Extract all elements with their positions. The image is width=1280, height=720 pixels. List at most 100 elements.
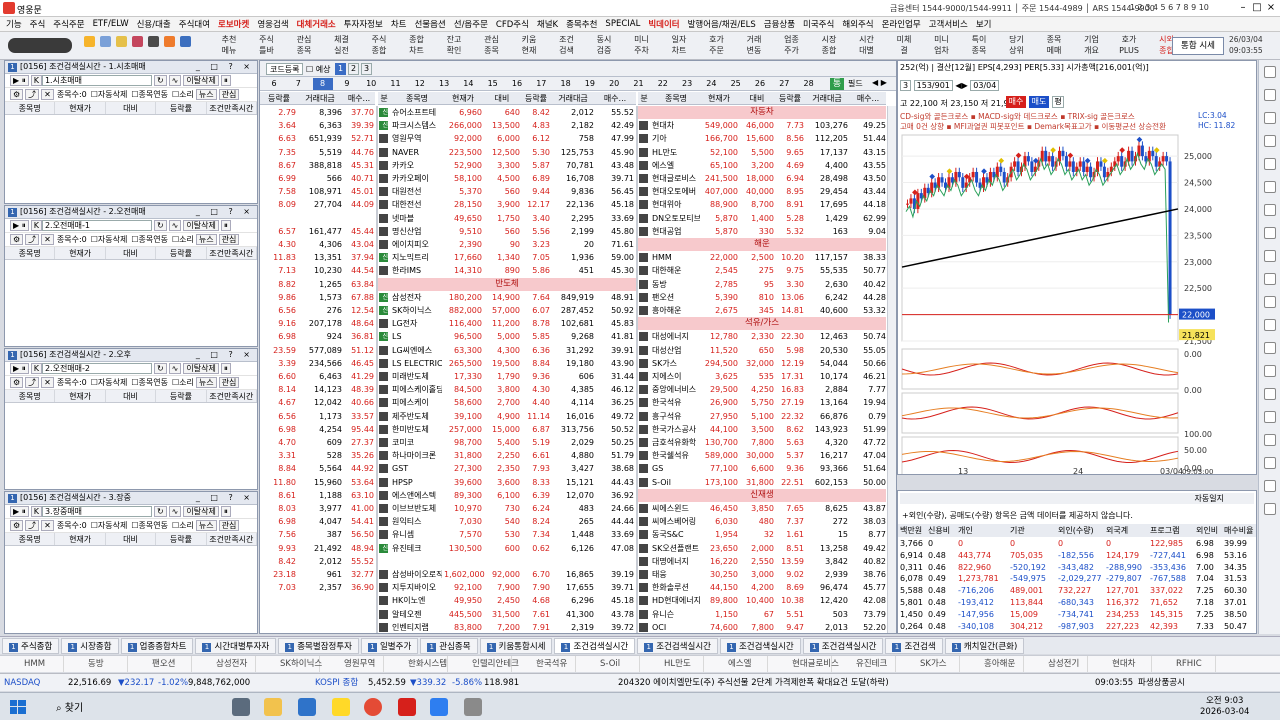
table-row[interactable]: S-Oil 173,100 31,800 22.51 602,153 50.00 [638,476,886,489]
menu-item-24[interactable]: 보기 [976,18,992,30]
table-row[interactable]: 8.67 388,818 45.31 [260,159,375,172]
settings-icon[interactable]: ⚙ [10,520,24,531]
settings-icon[interactable]: ⚙ [10,89,24,100]
explorer-icon[interactable] [264,698,282,716]
strategy-select[interactable]: 3.장중매매 [41,506,152,517]
table-row[interactable]: 에스엘 65,100 3,200 4.69 4,400 43.55 [638,159,886,172]
app-icon[interactable] [430,698,448,716]
panel-controls-icon[interactable]: _ □ ? × [196,349,254,361]
table-row[interactable]: 현대오토에버 407,000 40,000 8.95 29,454 43.44 [638,185,886,198]
derivatives-notice[interactable]: 파생상품공시 [1138,674,1185,691]
table-row[interactable]: 씨에스베어링 6,030 480 7.37 272 38.03 [638,515,886,528]
table-row[interactable]: 원익티스 7,030 540 8.24 265 44.44 [378,515,636,528]
menu-item-14[interactable]: 채널K [537,18,558,30]
windows-start-icon[interactable] [10,700,26,714]
table-row[interactable]: 대한해운 2,545 275 9.75 55,535 50.77 [638,264,886,277]
table-row[interactable]: 한화솔루션 44,150 4,200 8.69 96,474 45.77 [638,581,886,594]
pause-icon[interactable]: ⏸ [220,363,231,374]
table-row[interactable]: 알테오젠 445,500 31,500 7.61 41,300 43.78 [378,608,636,621]
table-row[interactable]: HMM 22,000 2,500 10.20 117,157 38.33 [638,251,886,264]
screen-tab-2[interactable]: 1 업종종합차트 [120,638,194,654]
table-row[interactable]: 4.70 609 27.37 [260,436,375,449]
orange-icon[interactable] [164,36,175,47]
k-icon[interactable]: K [30,75,42,86]
watch-item[interactable]: 현대글로비스 [768,656,839,672]
table-row[interactable]: GST 27,300 2,350 7.93 3,427 38.68 [378,462,636,475]
toolbar-button-5[interactable]: 종합 차트 [406,34,428,58]
table-row[interactable] [260,212,375,225]
remove-exit-button[interactable]: 이탈삭제 [183,363,219,374]
table-row[interactable] [378,555,636,568]
table-row[interactable]: 9.16 207,178 48.64 [260,317,375,330]
table-row[interactable]: DN오토모티브 5,870 1,400 5.28 1,429 62.99 [638,212,886,225]
interest-button[interactable]: 관심 [218,89,240,100]
menu-item-3[interactable]: ETF/ELW [93,19,129,29]
table-row[interactable]: 중앙에너비스 29,500 4,250 16.83 2,884 7.77 [638,383,886,396]
flow-row[interactable]: 5,801 0.48 -193,412 113,844 -680,343 116,372 7… [898,597,1256,609]
watch-item[interactable]: RFHIC [1152,656,1216,672]
refresh-icon[interactable]: ↻ [153,506,167,517]
code-register-tab[interactable]: 코드등록 [266,63,304,75]
chart-tool-icon[interactable] [1264,273,1276,285]
table-row[interactable]: 8.61 1,188 63.10 [260,489,375,502]
minimize-icon[interactable]: – [1236,1,1250,15]
link-checkbox[interactable]: ☐종목연동 [131,378,168,387]
interest-button[interactable]: 관심 [218,377,240,388]
table-row[interactable]: 넷마블 49,650 1,750 3.40 2,295 33.69 [378,212,636,225]
day-tab-26[interactable]: 26 [750,78,770,90]
day-tab-28[interactable]: 28 [799,78,819,90]
clear-icon[interactable]: ✕ [41,377,54,388]
menu-item-11[interactable]: 선물옵션 [414,18,445,30]
news-button[interactable]: 뉴스 [195,89,217,100]
table-row[interactable]: 지에스이 3,625 535 17.31 10,174 46.21 [638,370,886,383]
toolbar-button-8[interactable]: 키움 현재 [518,34,540,58]
flow-row[interactable]: 1,450 0.49 -147,956 15,009 -734,741 234,253 14… [898,609,1256,621]
toolbar-button-7[interactable]: 관심 종목 [481,34,503,58]
pause-icon[interactable]: ⏸ [220,220,231,231]
watch-item[interactable]: 삼성전기 [1024,656,1088,672]
watch-item[interactable]: 유진테크 [832,656,896,672]
table-row[interactable]: 팬오션 5,390 810 13.06 6,242 44.28 [638,291,886,304]
table-row[interactable]: 2.79 8,396 37.70 [260,106,375,119]
table-row[interactable]: 한미반도체 257,000 15,000 6.87 313,756 50.52 [378,423,636,436]
lock-icon[interactable] [116,36,127,47]
table-row[interactable]: 피에스케이홀딩 84,500 3,800 4.30 4,385 46.12 [378,383,636,396]
page-1-button[interactable]: 1 [335,63,346,75]
menu-item-8[interactable]: 대체거래소 [297,18,336,30]
table-row[interactable]: HPSP 39,600 3,600 8.33 15,121 44.43 [378,476,636,489]
watch-item[interactable]: SK하이닉스 [256,656,322,672]
table-row[interactable]: 3.31 528 35.26 [260,449,375,462]
table-row[interactable]: 신 슈어소프트테 6,960 640 8.42 2,012 55.52 [378,106,636,119]
remove-exit-button[interactable]: 이탈삭제 [183,506,219,517]
chart-tool-icon[interactable] [1264,158,1276,170]
chart-icon[interactable]: ∿ [168,506,182,517]
flow-row[interactable]: 5,588 0.48 -716,206 489,001 732,227 127,701 33… [898,585,1256,597]
toolbar-button-4[interactable]: 주식 종합 [368,34,390,58]
flow-row[interactable]: 6,078 0.49 1,273,781 -549,975 -2,029,277 -279… [898,573,1256,585]
watch-item[interactable]: 동방 [64,656,128,672]
day-tab-25[interactable]: 25 [726,78,746,90]
table-row[interactable]: 6.98 4,254 95.44 [260,423,375,436]
vertical-scrollbar[interactable] [887,106,896,633]
export-icon[interactable]: ⤴ [25,520,40,531]
toolbar-button-9[interactable]: 조건 검색 [556,34,578,58]
screen-number-bar[interactable]: 1 2 3 4 5 6 7 8 9 10 [1130,3,1209,12]
strategy-select[interactable]: 2.오전매매-2 [41,363,152,374]
table-row[interactable]: 대성산업 11,520 650 5.98 20,530 55.05 [638,344,886,357]
screen-tab-10[interactable]: 1 조건검색실시간 [719,638,801,654]
panel-header[interactable]: 1 [0156] 조건검색실시간 - 3.장중 _ □ ? × [5,492,257,505]
play-pause-icon[interactable]: ▶ ⏸ [10,506,29,517]
task-view-icon[interactable] [232,698,250,716]
screen-tab-4[interactable]: 1 종목별잠정투자 [278,638,359,654]
toolbar-button-0[interactable]: 추천 메뉴 [218,34,240,58]
day-tab-24[interactable]: 24 [701,78,721,90]
news-ticker[interactable]: 204320 에이치엘만도(주) 주식선물 2단계 가격제한폭 확대요건 도달(… [618,674,889,691]
table-row[interactable]: 9.93 21,492 48.94 [260,542,375,555]
table-row[interactable]: 대성에너지 12,780 2,330 22.30 12,463 50.74 [638,330,886,343]
table-row[interactable]: 영원무역 92,000 6,000 6.12 758 47.99 [378,132,636,145]
screen-tab-9[interactable]: 1 조건검색실시간 [637,638,718,654]
chart-tool-icon[interactable] [1264,411,1276,423]
menu-item-16[interactable]: SPECIAL [605,19,640,29]
table-row[interactable]: 유니셈 7,570 530 7.34 1,448 33.69 [378,528,636,541]
account-combo[interactable] [8,38,72,53]
